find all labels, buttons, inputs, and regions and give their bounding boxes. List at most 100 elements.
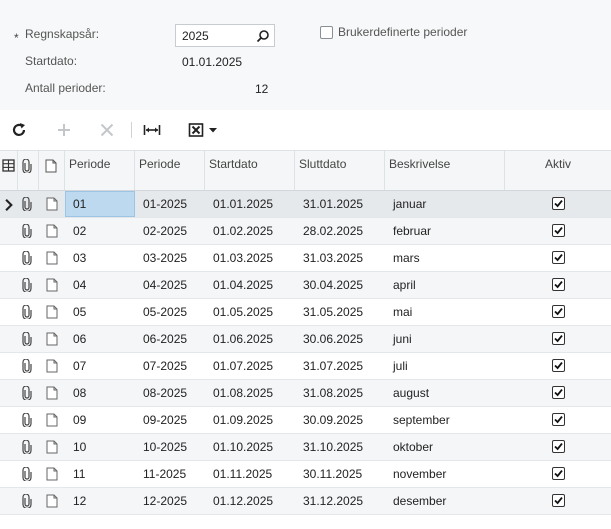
note-icon[interactable] — [46, 467, 60, 481]
period-id-cell[interactable]: 11-2025 — [143, 461, 186, 487]
end-date-cell[interactable]: 30.06.2025 — [303, 326, 363, 352]
period-id-cell[interactable]: 08-2025 — [143, 380, 187, 406]
period-cell[interactable]: 05 — [73, 299, 86, 325]
description-cell[interactable]: november — [393, 461, 446, 487]
start-date-cell[interactable]: 01.12.2025 — [213, 488, 273, 514]
paperclip-icon[interactable] — [21, 493, 35, 510]
period-cell[interactable]: 07 — [73, 353, 86, 379]
description-cell[interactable]: april — [393, 272, 416, 298]
paperclip-icon[interactable] — [21, 466, 35, 483]
description-cell[interactable]: desember — [393, 488, 446, 514]
start-date-value[interactable]: 01.01.2025 — [182, 55, 242, 69]
period-id-cell[interactable]: 05-2025 — [143, 299, 187, 325]
notes-header[interactable] — [39, 151, 65, 190]
period-cell[interactable]: 08 — [73, 380, 86, 406]
period-cell[interactable]: 11 — [73, 461, 85, 487]
description-cell[interactable]: juni — [393, 326, 412, 352]
end-date-cell[interactable]: 30.09.2025 — [303, 407, 363, 433]
start-date-cell[interactable]: 01.07.2025 — [213, 353, 273, 379]
table-row[interactable]: 08 08-2025 01.08.2025 31.08.2025 august — [0, 380, 611, 407]
note-icon[interactable] — [46, 494, 60, 508]
fiscal-year-input[interactable]: 2025 — [175, 24, 275, 47]
active-checkbox[interactable] — [552, 278, 565, 291]
period-cell[interactable]: 03 — [73, 245, 86, 271]
description-cell[interactable]: januar — [393, 191, 426, 217]
table-row[interactable]: 01 01-2025 01.01.2025 31.01.2025 januar — [0, 191, 611, 218]
period-cell[interactable]: 09 — [73, 407, 86, 433]
period-id-cell[interactable]: 07-2025 — [143, 353, 187, 379]
description-cell[interactable]: mai — [393, 299, 412, 325]
end-date-cell[interactable]: 30.11.2025 — [303, 461, 362, 487]
active-checkbox[interactable] — [552, 467, 565, 480]
note-icon[interactable] — [46, 440, 60, 454]
excel-export-button[interactable] — [186, 118, 220, 142]
note-icon[interactable] — [46, 332, 60, 346]
col-description[interactable]: Beskrivelse — [385, 151, 505, 190]
period-cell[interactable]: 02 — [73, 218, 86, 244]
attachments-header[interactable] — [18, 151, 39, 190]
end-date-cell[interactable]: 30.04.2025 — [303, 272, 363, 298]
start-date-cell[interactable]: 01.08.2025 — [213, 380, 273, 406]
active-checkbox[interactable] — [552, 332, 565, 345]
start-date-cell[interactable]: 01.04.2025 — [213, 272, 273, 298]
end-date-cell[interactable]: 28.02.2025 — [303, 218, 363, 244]
delete-button[interactable] — [96, 118, 118, 142]
period-id-cell[interactable]: 03-2025 — [143, 245, 187, 271]
note-icon[interactable] — [46, 197, 60, 211]
table-row[interactable]: 05 05-2025 01.05.2025 31.05.2025 mai — [0, 299, 611, 326]
table-row[interactable]: 10 10-2025 01.10.2025 31.10.2025 oktober — [0, 434, 611, 461]
table-row[interactable]: 12 12-2025 01.12.2025 31.12.2025 desember — [0, 488, 611, 515]
active-checkbox[interactable] — [552, 359, 565, 372]
start-date-cell[interactable]: 01.05.2025 — [213, 299, 273, 325]
description-cell[interactable]: februar — [393, 218, 431, 244]
period-id-cell[interactable]: 09-2025 — [143, 407, 187, 433]
paperclip-icon[interactable] — [21, 331, 35, 348]
end-date-cell[interactable]: 31.08.2025 — [303, 380, 363, 406]
paperclip-icon[interactable] — [21, 223, 35, 240]
period-cell[interactable]: 12 — [73, 488, 86, 514]
period-cell[interactable]: 01 — [65, 191, 135, 217]
active-checkbox[interactable] — [552, 494, 565, 507]
paperclip-icon[interactable] — [21, 412, 35, 429]
paperclip-icon[interactable] — [21, 385, 35, 402]
custom-periods-option[interactable]: Brukerdefinerte perioder — [320, 25, 467, 39]
active-checkbox[interactable] — [552, 386, 565, 399]
period-id-cell[interactable]: 04-2025 — [143, 272, 187, 298]
description-cell[interactable]: mars — [393, 245, 420, 271]
note-icon[interactable] — [46, 413, 60, 427]
start-date-cell[interactable]: 01.09.2025 — [213, 407, 273, 433]
note-icon[interactable] — [46, 305, 60, 319]
period-id-cell[interactable]: 01-2025 — [143, 191, 187, 217]
description-cell[interactable]: oktober — [393, 434, 433, 460]
note-icon[interactable] — [46, 359, 60, 373]
note-icon[interactable] — [46, 224, 60, 238]
period-cell[interactable]: 06 — [73, 326, 86, 352]
active-checkbox[interactable] — [552, 440, 565, 453]
active-checkbox[interactable] — [552, 197, 565, 210]
end-date-cell[interactable]: 31.07.2025 — [303, 353, 363, 379]
paperclip-icon[interactable] — [21, 304, 35, 321]
table-row[interactable]: 06 06-2025 01.06.2025 30.06.2025 juni — [0, 326, 611, 353]
table-row[interactable]: 04 04-2025 01.04.2025 30.04.2025 april — [0, 272, 611, 299]
end-date-cell[interactable]: 31.10.2025 — [303, 434, 363, 460]
table-row[interactable]: 11 11-2025 01.11.2025 30.11.2025 november — [0, 461, 611, 488]
paperclip-icon[interactable] — [21, 196, 35, 213]
search-icon[interactable] — [256, 29, 270, 43]
period-cell[interactable]: 10 — [73, 434, 86, 460]
active-checkbox[interactable] — [552, 305, 565, 318]
start-date-cell[interactable]: 01.10.2025 — [213, 434, 273, 460]
active-checkbox[interactable] — [552, 413, 565, 426]
paperclip-icon[interactable] — [21, 277, 35, 294]
period-id-cell[interactable]: 02-2025 — [143, 218, 187, 244]
periods-count-value[interactable]: 12 — [255, 82, 268, 96]
col-end-date[interactable]: Sluttdato — [295, 151, 385, 190]
refresh-button[interactable] — [8, 118, 30, 142]
col-period-id[interactable]: Periode — [135, 151, 205, 190]
paperclip-icon[interactable] — [21, 358, 35, 375]
note-icon[interactable] — [46, 251, 60, 265]
col-start-date[interactable]: Startdato — [205, 151, 295, 190]
col-active[interactable]: Aktiv — [505, 151, 611, 190]
start-date-cell[interactable]: 01.06.2025 — [213, 326, 273, 352]
end-date-cell[interactable]: 31.01.2025 — [303, 191, 363, 217]
add-button[interactable] — [53, 118, 75, 142]
